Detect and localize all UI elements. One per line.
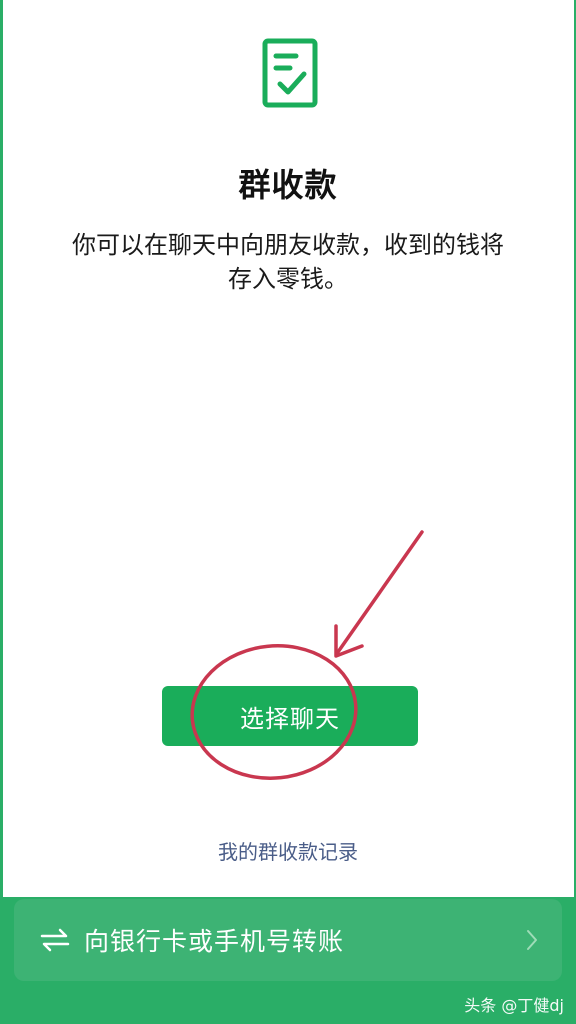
choose-chat-button[interactable]: 选择聊天	[162, 686, 418, 746]
left-edge-bar	[0, 0, 3, 1024]
group-collection-records-link[interactable]: 我的群收款记录	[0, 836, 576, 865]
receipt-check-icon	[262, 38, 318, 108]
annotation-overlay	[190, 530, 424, 780]
transfer-to-bank-card-or-phone-row[interactable]: 向银行卡或手机号转账	[14, 899, 562, 981]
annotation-arrow-head	[334, 624, 364, 658]
swap-arrows-icon	[40, 928, 70, 952]
annotation-arrow-line	[336, 530, 424, 654]
transfer-label: 向银行卡或手机号转账	[84, 927, 345, 956]
chevron-right-icon	[527, 930, 537, 950]
page-title: 群收款	[238, 166, 338, 204]
page: 群收款 你可以在聊天中向朋友收款，收到的钱将 存入零钱。 选择聊天 我的群收款记…	[0, 0, 576, 1024]
watermark-text: 头条 @丁健dj	[464, 996, 564, 1015]
description-line-1: 你可以在聊天中向朋友收款，收到的钱将	[72, 231, 504, 259]
description-text: 你可以在聊天中向朋友收款，收到的钱将 存入零钱。	[40, 228, 536, 296]
description-line-2: 存入零钱。	[228, 265, 348, 293]
